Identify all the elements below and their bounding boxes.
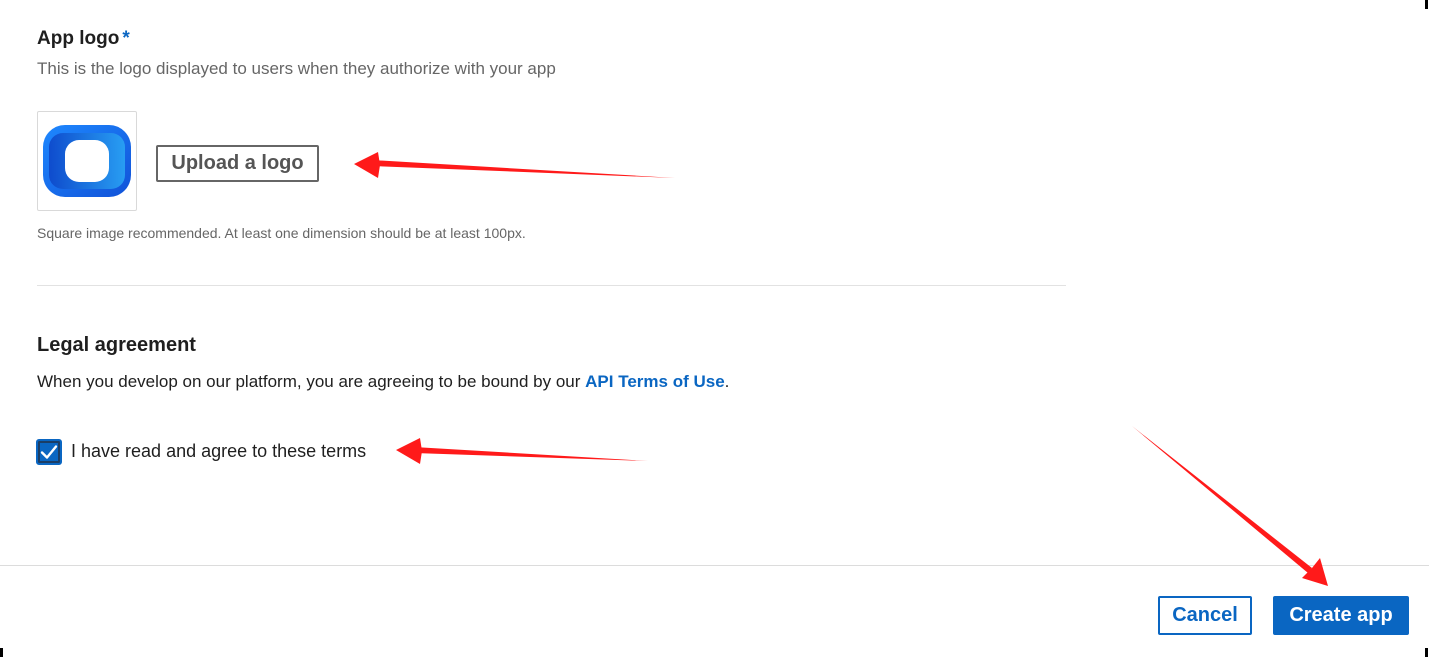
section-divider: [37, 285, 1066, 286]
logo-preview: [37, 111, 137, 211]
arrow-to-create-button: [1132, 426, 1328, 586]
required-marker: *: [122, 28, 130, 49]
legal-text-before: When you develop on our platform, you ar…: [37, 372, 586, 391]
app-logo-heading: App logo *: [37, 28, 130, 50]
create-app-form: App logo * This is the logo displayed to …: [0, 0, 1429, 657]
app-logo-icon: [43, 125, 131, 197]
legal-agreement-heading: Legal agreement: [37, 334, 196, 356]
annotation-arrows: [354, 152, 1328, 586]
create-app-button[interactable]: Create app: [1273, 596, 1409, 635]
app-logo-heading-text: App logo: [37, 28, 120, 49]
corner-mark-bottom-left: [0, 648, 3, 657]
agree-terms-label[interactable]: I have read and agree to these terms: [71, 441, 366, 462]
cancel-button[interactable]: Cancel: [1158, 596, 1252, 635]
corner-mark-bottom-right: [1425, 648, 1428, 657]
checkmark-icon: [40, 445, 58, 459]
arrow-to-checkbox: [396, 438, 648, 464]
legal-text-after: .: [724, 372, 730, 391]
app-logo-helper-text: This is the logo displayed to users when…: [37, 59, 556, 78]
upload-logo-button[interactable]: Upload a logo: [156, 145, 319, 182]
arrow-to-upload-button: [354, 152, 675, 178]
logo-recommendation-text: Square image recommended. At least one d…: [37, 225, 526, 241]
footer-divider: [0, 565, 1429, 566]
legal-agreement-text: When you develop on our platform, you ar…: [37, 372, 729, 392]
agree-terms-checkbox[interactable]: [36, 439, 62, 465]
api-terms-link[interactable]: API Terms of Use: [585, 372, 725, 391]
corner-mark-top-right: [1425, 0, 1428, 9]
